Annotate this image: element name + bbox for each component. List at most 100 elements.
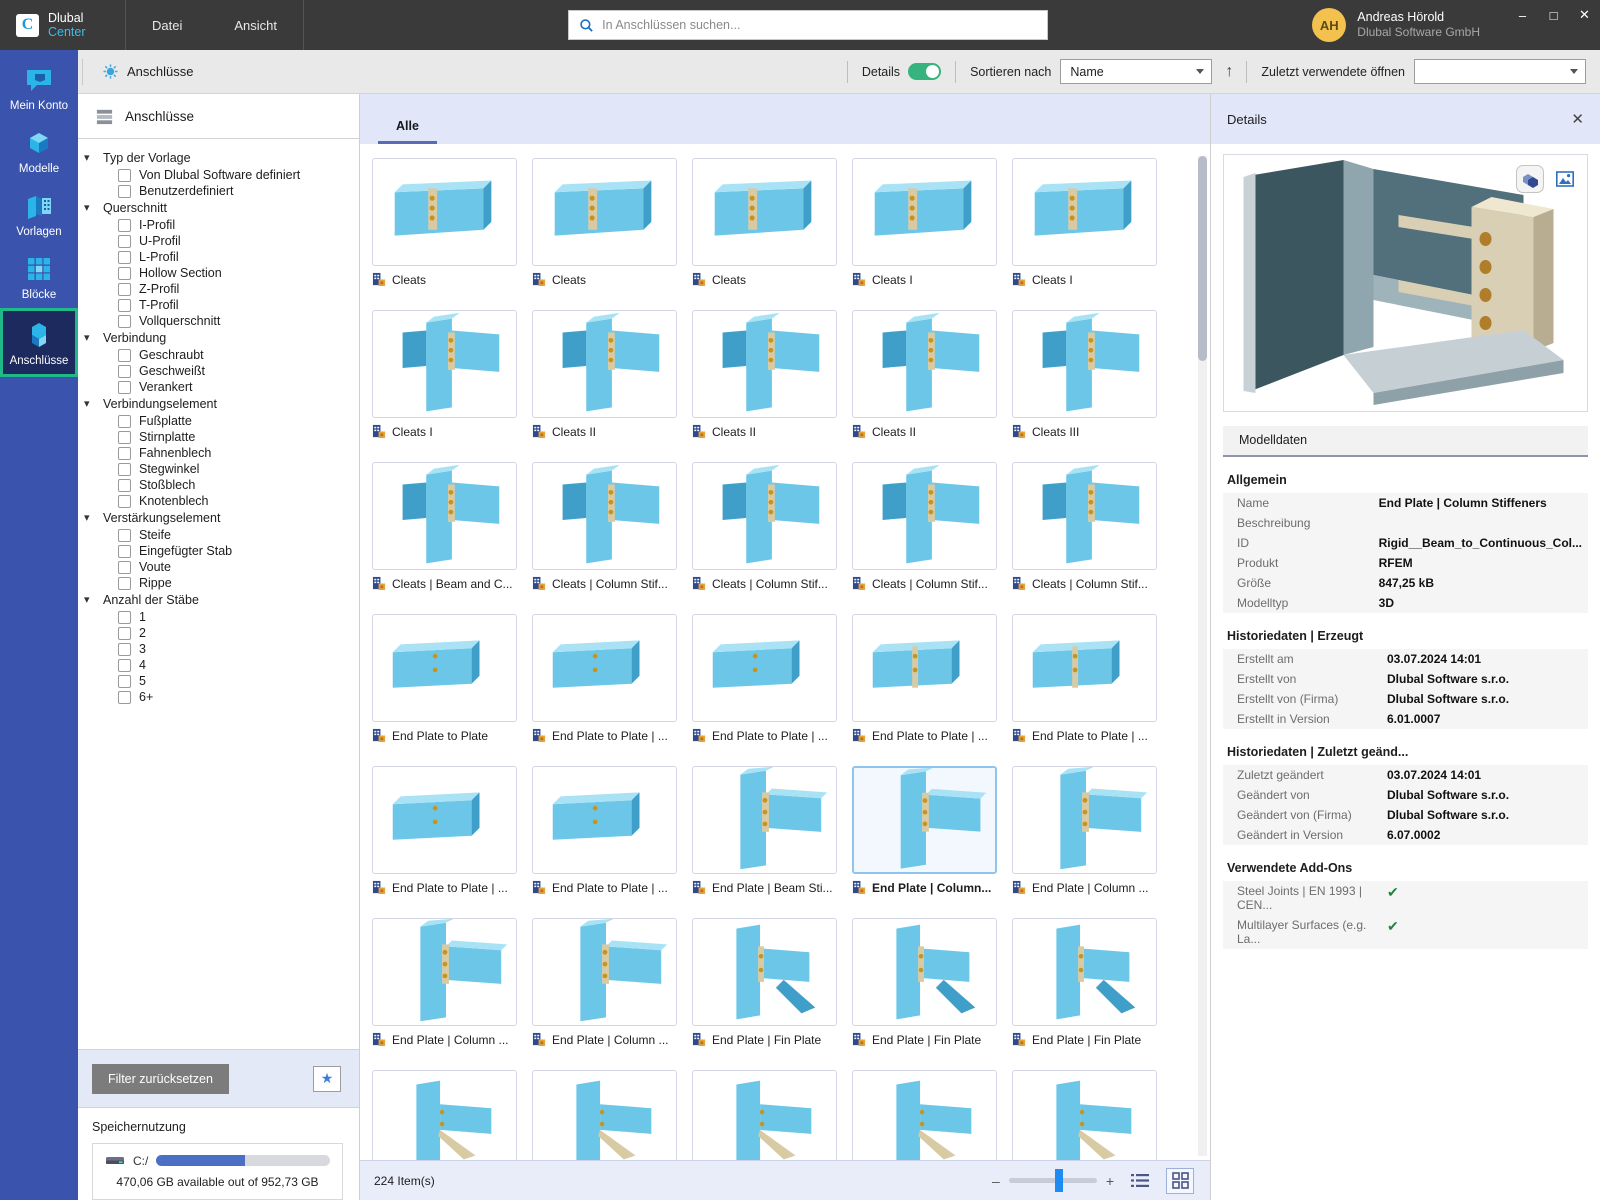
search-input[interactable] bbox=[602, 18, 1038, 32]
checkbox[interactable] bbox=[118, 380, 131, 394]
filter-option[interactable]: 1 bbox=[78, 609, 359, 625]
filter-option[interactable]: Vollquerschnitt bbox=[78, 313, 359, 329]
filter-option[interactable]: Eingefügter Stab bbox=[78, 543, 359, 559]
checkbox[interactable] bbox=[118, 674, 131, 688]
gallery-item[interactable]: End Plate to Plate | ... bbox=[692, 614, 852, 743]
checkbox[interactable] bbox=[118, 658, 131, 672]
3d-view-icon[interactable] bbox=[1516, 165, 1544, 193]
gallery-item[interactable]: Cleats bbox=[372, 158, 532, 287]
filter-option[interactable]: Benutzerdefiniert bbox=[78, 183, 359, 199]
gallery-item[interactable]: Cleats II bbox=[532, 310, 692, 439]
filter-option[interactable]: Hollow Section bbox=[78, 265, 359, 281]
rail-item-anschluesse[interactable]: Anschlüsse bbox=[0, 308, 78, 377]
zoom-slider[interactable] bbox=[1008, 1169, 1097, 1192]
model-preview[interactable] bbox=[1223, 154, 1588, 412]
checkbox[interactable] bbox=[118, 560, 131, 574]
zoom-in-button[interactable]: + bbox=[1106, 1173, 1114, 1189]
gallery-item[interactable]: Cleats | Column Stif... bbox=[852, 462, 1012, 591]
checkbox[interactable] bbox=[118, 314, 131, 328]
scrollbar-thumb[interactable] bbox=[1198, 156, 1207, 361]
checkbox[interactable] bbox=[118, 250, 131, 264]
gallery-item[interactable]: End Plate | Column ... bbox=[1012, 766, 1172, 895]
gallery-item[interactable]: Cleats II bbox=[692, 310, 852, 439]
checkbox[interactable] bbox=[118, 430, 131, 444]
gallery-item[interactable]: End Plate | Fin Plate bbox=[692, 918, 852, 1047]
recent-select[interactable] bbox=[1414, 59, 1586, 84]
filter-option[interactable]: 3 bbox=[78, 641, 359, 657]
filter-option[interactable]: L-Profil bbox=[78, 249, 359, 265]
checkbox[interactable] bbox=[118, 610, 131, 624]
gallery-item[interactable]: End Plate to Plate bbox=[372, 614, 532, 743]
menu-item-ansicht[interactable]: Ansicht bbox=[208, 0, 303, 50]
image-view-icon[interactable] bbox=[1555, 169, 1575, 189]
gallery-item[interactable]: End Plate | Fin Plate bbox=[852, 918, 1012, 1047]
menu-item-datei[interactable]: Datei bbox=[126, 0, 208, 50]
gallery-item[interactable]: End Plate to Plate | ... bbox=[532, 614, 692, 743]
gallery-item[interactable] bbox=[532, 1070, 692, 1160]
reset-filter-button[interactable]: Filter zurücksetzen bbox=[92, 1063, 229, 1094]
checkbox[interactable] bbox=[118, 544, 131, 558]
gallery-item[interactable]: Cleats | Beam and C... bbox=[372, 462, 532, 591]
filter-option[interactable]: Rippe bbox=[78, 575, 359, 591]
filter-group-5[interactable]: ▾ Anzahl der Stäbe bbox=[78, 591, 359, 609]
breadcrumb[interactable]: Anschlüsse bbox=[82, 58, 193, 85]
search-box[interactable] bbox=[568, 10, 1049, 40]
gallery-item[interactable]: End Plate | Column ... bbox=[372, 918, 532, 1047]
filter-group-0[interactable]: ▾ Typ der Vorlage bbox=[78, 149, 359, 167]
gallery-item[interactable]: End Plate | Column ... bbox=[532, 918, 692, 1047]
gallery-item[interactable]: Cleats II bbox=[852, 310, 1012, 439]
filter-option[interactable]: Fahnenblech bbox=[78, 445, 359, 461]
filter-option[interactable]: 6+ bbox=[78, 689, 359, 705]
gallery-item[interactable] bbox=[852, 1070, 1012, 1160]
checkbox[interactable] bbox=[118, 528, 131, 542]
close-icon[interactable]: ✕ bbox=[1571, 110, 1584, 128]
gallery-item[interactable]: End Plate to Plate | ... bbox=[852, 614, 1012, 743]
grid-view-button[interactable] bbox=[1166, 1167, 1194, 1194]
checkbox[interactable] bbox=[118, 364, 131, 378]
gallery-item[interactable]: End Plate | Fin Plate bbox=[1012, 918, 1172, 1047]
gallery-item[interactable]: Cleats bbox=[692, 158, 852, 287]
gallery-item[interactable]: End Plate to Plate | ... bbox=[372, 766, 532, 895]
checkbox[interactable] bbox=[118, 282, 131, 296]
checkbox[interactable] bbox=[118, 234, 131, 248]
filter-group-1[interactable]: ▾ Querschnitt bbox=[78, 199, 359, 217]
filter-option[interactable]: Fußplatte bbox=[78, 413, 359, 429]
checkbox[interactable] bbox=[118, 218, 131, 232]
filter-option[interactable]: Stoßblech bbox=[78, 477, 359, 493]
filter-option[interactable]: Stirnplatte bbox=[78, 429, 359, 445]
filter-option[interactable]: Knotenblech bbox=[78, 493, 359, 509]
gallery-item[interactable]: Cleats III bbox=[1012, 310, 1172, 439]
filter-option[interactable]: U-Profil bbox=[78, 233, 359, 249]
gallery-item[interactable]: End Plate | Beam Sti... bbox=[692, 766, 852, 895]
filter-option[interactable]: I-Profil bbox=[78, 217, 359, 233]
sort-select[interactable]: Name bbox=[1060, 59, 1213, 84]
filter-group-4[interactable]: ▾ Verstärkungselement bbox=[78, 509, 359, 527]
checkbox[interactable] bbox=[118, 494, 131, 508]
rail-item-modelle[interactable]: Modelle bbox=[0, 119, 78, 182]
gallery-item[interactable]: End Plate to Plate | ... bbox=[1012, 614, 1172, 743]
maximize-icon[interactable]: □ bbox=[1538, 0, 1569, 30]
checkbox[interactable] bbox=[118, 576, 131, 590]
checkbox[interactable] bbox=[118, 446, 131, 460]
checkbox[interactable] bbox=[118, 298, 131, 312]
checkbox[interactable] bbox=[118, 414, 131, 428]
checkbox[interactable] bbox=[118, 642, 131, 656]
rail-item-vorlagen[interactable]: Vorlagen bbox=[0, 182, 78, 245]
filter-option[interactable]: Z-Profil bbox=[78, 281, 359, 297]
zoom-out-button[interactable]: – bbox=[992, 1173, 1000, 1189]
gallery-item[interactable]: End Plate to Plate | ... bbox=[532, 766, 692, 895]
close-icon[interactable]: ✕ bbox=[1569, 0, 1600, 30]
gallery-item[interactable] bbox=[692, 1070, 852, 1160]
checkbox[interactable] bbox=[118, 184, 131, 198]
list-view-button[interactable] bbox=[1126, 1168, 1154, 1194]
gallery-item[interactable] bbox=[372, 1070, 532, 1160]
checkbox[interactable] bbox=[118, 168, 131, 182]
checkbox[interactable] bbox=[118, 478, 131, 492]
filter-option[interactable]: 5 bbox=[78, 673, 359, 689]
filter-option[interactable]: Steife bbox=[78, 527, 359, 543]
zoom-control[interactable]: – + bbox=[992, 1169, 1114, 1192]
gallery-item[interactable]: Cleats I bbox=[852, 158, 1012, 287]
filter-option[interactable]: T-Profil bbox=[78, 297, 359, 313]
rail-item-mein-konto[interactable]: Mein Konto bbox=[0, 56, 78, 119]
checkbox[interactable] bbox=[118, 626, 131, 640]
